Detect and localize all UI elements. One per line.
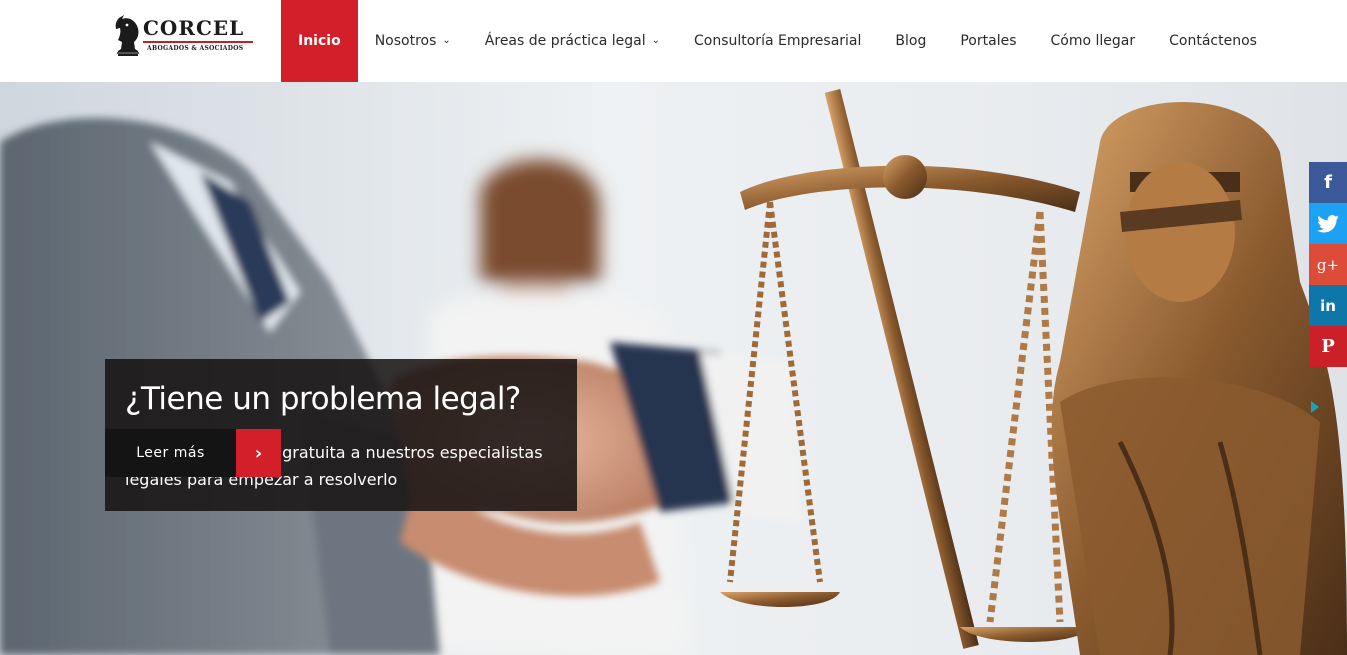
google-plus-icon: g+ xyxy=(1316,255,1340,274)
nav-item-label: Áreas de práctica legal xyxy=(484,33,646,49)
nav-item-areas-practica-legal[interactable]: Áreas de práctica legal ⌄ xyxy=(468,0,677,82)
nav-item-consultoria-empresarial[interactable]: Consultoría Empresarial xyxy=(677,0,878,82)
google-plus-share-button[interactable]: g+ xyxy=(1309,244,1347,285)
chevron-right-icon: › xyxy=(236,429,281,477)
linkedin-icon: in xyxy=(1320,296,1336,315)
chevron-down-icon: ⌄ xyxy=(651,34,660,46)
facebook-icon: f xyxy=(1324,172,1332,193)
hero-slider: ¿Tiene un problema legal? Envíe una cons… xyxy=(0,82,1347,655)
nav-item-inicio[interactable]: Inicio xyxy=(281,0,358,82)
nav-item-label: Consultoría Empresarial xyxy=(693,33,862,49)
nav-item-label: Nosotros xyxy=(374,33,437,49)
twitter-share-button[interactable] xyxy=(1309,203,1347,244)
read-more-button[interactable]: Leer más › xyxy=(105,429,281,477)
facebook-share-button[interactable]: f xyxy=(1309,162,1347,203)
chevron-down-icon: ⌄ xyxy=(442,34,451,46)
brand-name: CORCEL xyxy=(143,16,245,40)
chess-knight-icon xyxy=(115,15,139,56)
nav-item-label: Portales xyxy=(960,33,1017,49)
pinterest-icon: P xyxy=(1321,336,1335,357)
main-navigation: Inicio Nosotros ⌄ Áreas de práctica lega… xyxy=(281,0,1274,82)
read-more-label: Leer más xyxy=(105,429,236,477)
nav-item-label: Inicio xyxy=(298,33,341,49)
hero-title: ¿Tiene un problema legal? xyxy=(125,381,521,417)
nav-item-contactenos[interactable]: Contáctenos xyxy=(1152,0,1274,82)
nav-item-portales[interactable]: Portales xyxy=(943,0,1033,82)
site-header: CORCEL ABOGADOS & ASOCIADOS Inicio Nosot… xyxy=(0,0,1347,82)
nav-item-label: Blog xyxy=(895,33,927,49)
nav-item-blog[interactable]: Blog xyxy=(878,0,943,82)
pinterest-share-button[interactable]: P xyxy=(1309,326,1347,367)
linkedin-share-button[interactable]: in xyxy=(1309,285,1347,326)
social-bar-toggle-icon[interactable] xyxy=(1311,401,1319,413)
brand-subtitle: ABOGADOS & ASOCIADOS xyxy=(147,45,244,52)
brand-divider xyxy=(143,41,253,43)
nav-item-label: Contáctenos xyxy=(1169,33,1257,49)
corcel-logo[interactable]: CORCEL ABOGADOS & ASOCIADOS xyxy=(113,12,255,58)
nav-item-label: Cómo llegar xyxy=(1050,33,1136,49)
twitter-icon xyxy=(1317,214,1339,232)
nav-item-como-llegar[interactable]: Cómo llegar xyxy=(1034,0,1153,82)
nav-item-nosotros[interactable]: Nosotros ⌄ xyxy=(358,0,468,82)
social-share-bar: f g+ in P xyxy=(1309,162,1347,367)
